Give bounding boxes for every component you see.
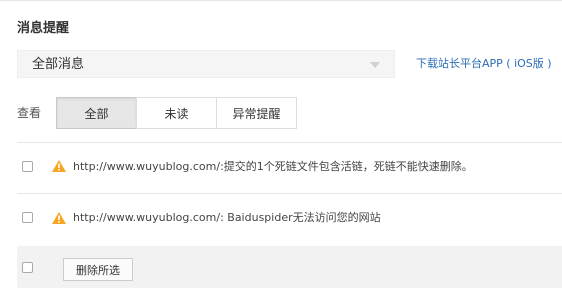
message-type-select[interactable]: 全部消息 bbox=[17, 50, 395, 78]
select-value: 全部消息 bbox=[32, 57, 85, 72]
bulk-action-bar: 删除所选 bbox=[17, 246, 562, 288]
tab-all[interactable]: 全部 bbox=[56, 97, 137, 129]
list-item: http://www.wuyublog.com/:提交的1个死链文件包含活链，死… bbox=[0, 143, 562, 193]
warning-icon bbox=[52, 160, 66, 172]
view-label: 查看 bbox=[17, 106, 42, 120]
select-all-checkbox[interactable] bbox=[22, 262, 33, 273]
message-checkbox[interactable] bbox=[22, 212, 33, 223]
list-item: http://www.wuyublog.com/: Baiduspider无法访… bbox=[0, 194, 562, 244]
message-text[interactable]: http://www.wuyublog.com/:提交的1个死链文件包含活链，死… bbox=[73, 160, 473, 174]
message-checkbox[interactable] bbox=[22, 161, 33, 172]
tab-alerts[interactable]: 异常提醒 bbox=[216, 97, 297, 129]
delete-selected-button[interactable]: 删除所选 bbox=[63, 258, 133, 281]
tab-unread[interactable]: 未读 bbox=[136, 97, 217, 129]
message-center-page: 消息提醒 全部消息 下载站长平台APP ( iOS版 ) 查看 全部 未读 异常… bbox=[0, 0, 562, 288]
chevron-down-icon bbox=[370, 62, 380, 68]
warning-icon bbox=[52, 212, 66, 224]
view-tabs: 全部 未读 异常提醒 bbox=[56, 97, 297, 129]
page-title: 消息提醒 bbox=[17, 21, 70, 36]
message-text[interactable]: http://www.wuyublog.com/: Baiduspider无法访… bbox=[73, 211, 381, 225]
download-app-link[interactable]: 下载站长平台APP ( iOS版 ) bbox=[416, 57, 552, 71]
top-divider bbox=[0, 0, 562, 1]
